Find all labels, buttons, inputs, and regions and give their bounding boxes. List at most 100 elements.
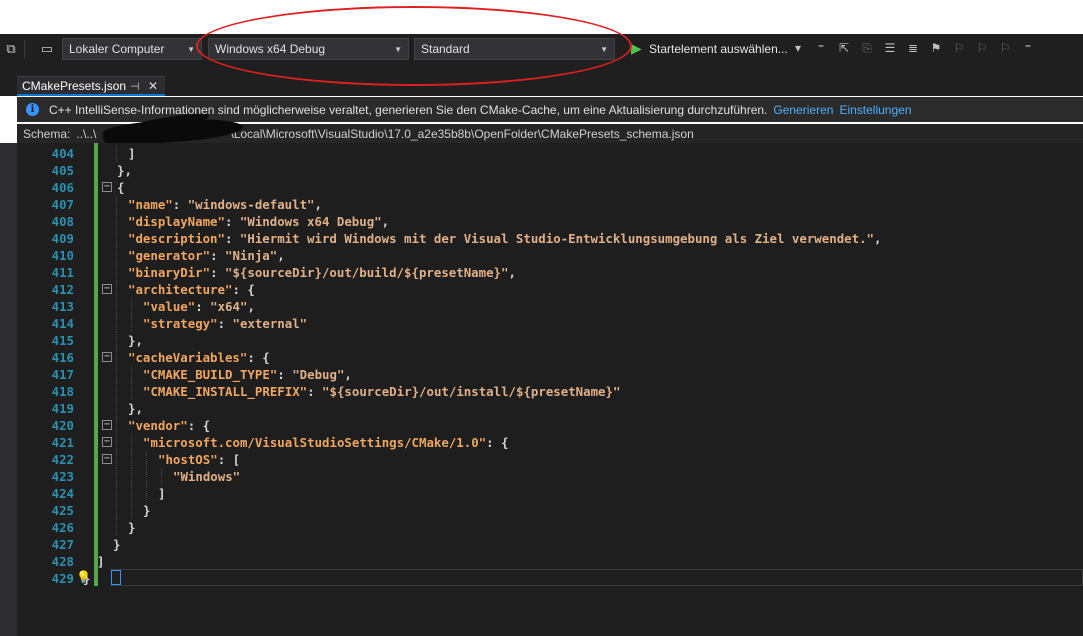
json-punctuation: : (195, 299, 211, 314)
code-line[interactable]: 421 − "microsoft.com/VisualStudioSettings/… (0, 434, 1083, 451)
start-item-selector[interactable]: Startelement auswählen... (649, 42, 788, 56)
code-line[interactable]: 414 "strategy": "external" (0, 315, 1083, 332)
code-line[interactable]: 405}, (0, 162, 1083, 179)
json-key: "architecture" (128, 282, 233, 297)
pin-icon[interactable]: ⊣ (130, 80, 140, 93)
code-line[interactable]: 404] (0, 145, 1083, 162)
code-line[interactable]: 406 −{ (0, 179, 1083, 196)
dropdown-arrow-icon[interactable]: ▾ (788, 37, 808, 59)
tab-cmakepresets-json[interactable]: CMakePresets.json ⊣ ✕ (17, 76, 165, 95)
indent-guide (131, 366, 132, 383)
code-line[interactable]: 425} (0, 502, 1083, 519)
json-string: "${sourceDir}/out/build/${presetName}" (224, 265, 509, 280)
preset-dropdown[interactable]: Standard ▼ (414, 38, 615, 60)
line-number: 404 (51, 146, 74, 161)
line-number: 420 (51, 418, 74, 433)
json-punctuation: { (117, 180, 125, 195)
code-line[interactable]: 419}, (0, 400, 1083, 417)
code-line[interactable]: 428] (0, 553, 1083, 570)
code-line[interactable]: 413 "value": "x64", (0, 298, 1083, 315)
code-text: "microsoft.com/VisualStudioSettings/CMak… (143, 434, 509, 451)
indent-guide (116, 145, 117, 162)
settings-link[interactable]: Einstellungen (839, 103, 911, 117)
code-text: "hostOS": [ (158, 451, 240, 468)
code-line[interactable]: 417 "CMAKE_BUILD_TYPE": "Debug", (0, 366, 1083, 383)
configuration-dropdown[interactable]: Windows x64 Debug ▼ (208, 38, 409, 60)
code-text: { (117, 179, 124, 196)
target-computer-dropdown[interactable]: Lokaler Computer ▼ (62, 38, 202, 60)
generate-link[interactable]: Generieren (773, 103, 833, 117)
indent-guide (116, 468, 117, 485)
line-number: 407 (51, 197, 74, 212)
code-line[interactable]: 408 "displayName": "Windows x64 Debug", (0, 213, 1083, 230)
overflow-icon[interactable]: ⁼ (811, 37, 831, 59)
json-key: "strategy" (143, 316, 218, 331)
toolbar-options-icon[interactable]: ⁼ (1018, 37, 1038, 59)
collapse-region-icon[interactable]: − (102, 454, 112, 464)
schema-path-start[interactable]: ..\..\ (76, 127, 96, 141)
line-number: 405 (51, 163, 74, 178)
code-text: "vendor": { (128, 417, 210, 434)
clear-bookmarks-icon[interactable]: ⚐ (995, 37, 1015, 59)
chevron-down-icon: ▼ (394, 44, 402, 54)
line-number: 423 (51, 469, 74, 484)
code-text: ] (128, 145, 135, 162)
line-number: 426 (51, 520, 74, 535)
code-text: "Windows" (173, 468, 240, 485)
indent-guide (146, 451, 147, 468)
json-string: "${sourceDir}/out/install/${presetName}" (322, 384, 621, 399)
collapse-region-icon[interactable]: − (102, 352, 112, 362)
code-line[interactable]: 427} (0, 536, 1083, 553)
code-text: } (128, 519, 135, 536)
code-editor[interactable]: 404] 405}, 406−{407 "name": "windows-defaul… (0, 143, 1083, 636)
comment-lines-icon[interactable]: ☰ (880, 37, 900, 59)
code-line[interactable]: 409 "description": "Hiermit wird Windows … (0, 230, 1083, 247)
code-line[interactable]: 424] (0, 485, 1083, 502)
solution-explorer-icon[interactable]: ⧉ (1, 39, 21, 59)
collapse-region-icon[interactable]: − (102, 182, 112, 192)
json-punctuation: ] (128, 146, 136, 161)
code-line[interactable]: 420 − "vendor": { (0, 417, 1083, 434)
indent-guide (161, 468, 162, 485)
collapse-region-icon[interactable]: − (102, 284, 112, 294)
close-icon[interactable]: ✕ (148, 79, 158, 93)
code-line[interactable]: 410 "generator": "Ninja", (0, 247, 1083, 264)
json-punctuation: }, (128, 333, 143, 348)
json-punctuation: : [ (217, 452, 241, 467)
prev-bookmark-icon[interactable]: ⚐ (949, 37, 969, 59)
code-line[interactable]: 423 "Windows" (0, 468, 1083, 485)
line-number: 415 (51, 333, 74, 348)
indent-guide (116, 196, 117, 213)
indent-guide (116, 315, 117, 332)
uncomment-lines-icon[interactable]: ≣ (903, 37, 923, 59)
collapse-region-icon[interactable]: − (102, 437, 112, 447)
code-line[interactable]: 407 "name": "windows-default", (0, 196, 1083, 213)
code-line[interactable]: 422 − "hostOS": [ (0, 451, 1083, 468)
code-line[interactable]: 416 − "cacheVariables": { (0, 349, 1083, 366)
lightbulb-icon[interactable]: 💡 (76, 570, 91, 584)
json-punctuation: } (113, 537, 121, 552)
cursor-step-icon[interactable]: ⇱ (834, 37, 854, 59)
collapse-region-icon[interactable]: − (102, 420, 112, 430)
schema-path-end[interactable]: \Local\Microsoft\VisualStudio\17.0_a2e35… (230, 127, 693, 141)
start-debugging-icon[interactable]: ▶ (631, 40, 642, 57)
copy-icon[interactable]: ⎘ (857, 37, 877, 59)
info-message: C++ IntelliSense-Informationen sind mögl… (49, 102, 768, 117)
code-line[interactable]: 412 − "architecture": { (0, 281, 1083, 298)
json-punctuation: : (277, 367, 293, 382)
toolbar-separator (24, 40, 25, 58)
line-number: 422 (51, 452, 74, 467)
json-punctuation: , (344, 367, 352, 382)
json-key: "binaryDir" (128, 265, 211, 280)
code-line[interactable]: 418 "CMAKE_INSTALL_PREFIX": "${sourceDir}… (0, 383, 1083, 400)
json-key: "name" (128, 197, 173, 212)
code-line[interactable]: 426} (0, 519, 1083, 536)
next-bookmark-icon[interactable]: ⚐ (972, 37, 992, 59)
code-line[interactable]: 415}, (0, 332, 1083, 349)
current-line-highlight (110, 569, 1083, 586)
code-line[interactable]: 411 "binaryDir": "${sourceDir}/out/build/… (0, 264, 1083, 281)
line-number: 424 (51, 486, 74, 501)
json-punctuation: , (314, 197, 322, 212)
window-layout-icon[interactable]: ▭ (37, 39, 57, 59)
bookmark-icon[interactable]: ⚑ (926, 37, 946, 59)
